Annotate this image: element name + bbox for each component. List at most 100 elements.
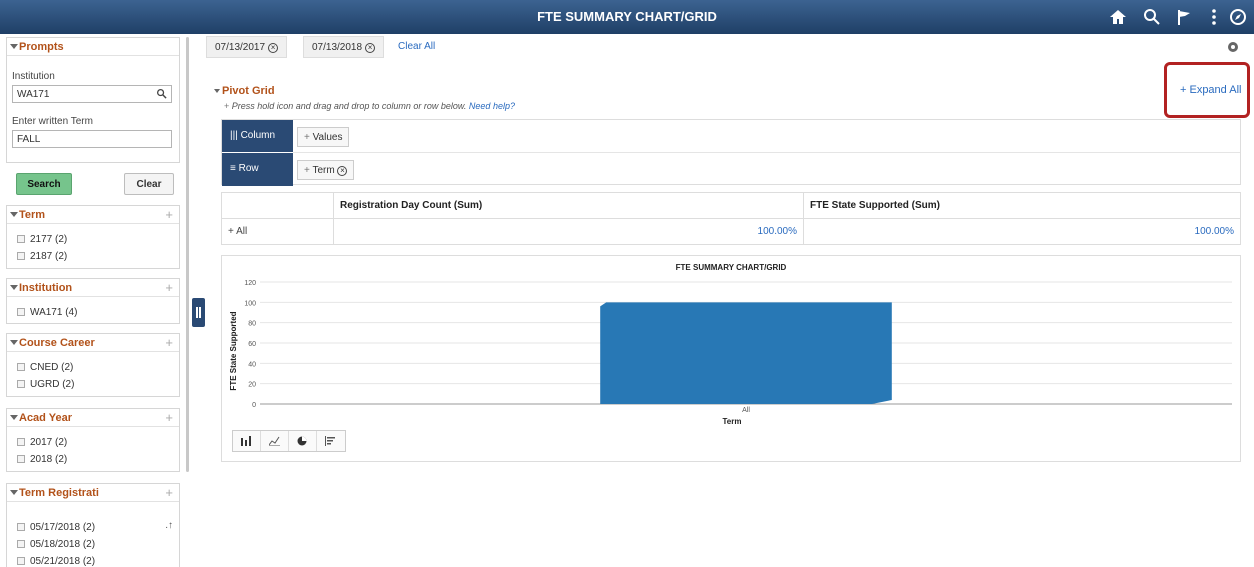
term-field[interactable]: FALL <box>12 130 172 148</box>
facet-option[interactable]: UGRD (2) <box>17 379 74 390</box>
facet-option[interactable]: CNED (2) <box>17 362 73 373</box>
drag-handle-icon[interactable]: + <box>165 207 173 222</box>
pivot-grid-title[interactable]: Pivot Grid <box>222 85 275 97</box>
collapse-caret-icon[interactable] <box>10 212 18 217</box>
pie-chart-button[interactable] <box>289 431 317 451</box>
option-label: 2187 (2) <box>30 251 68 262</box>
need-help-link[interactable]: Need help? <box>469 101 515 111</box>
pivot-collapse-icon[interactable] <box>214 89 220 93</box>
checkbox[interactable] <box>17 308 25 316</box>
pivot-help-text: + Press hold icon and drag and drop to c… <box>224 101 515 111</box>
y-tick-label: 40 <box>248 361 256 368</box>
checkbox[interactable] <box>17 540 25 548</box>
grid-value-cell[interactable]: 100.00% <box>333 218 804 245</box>
checkbox[interactable] <box>17 252 25 260</box>
facet-option[interactable]: 2177 (2) <box>17 234 67 245</box>
pivot-axis-area: ||| Column + Values ≡ Row + Term × <box>221 119 1241 186</box>
collapse-caret-icon[interactable] <box>10 340 18 345</box>
facet-option[interactable]: 2018 (2) <box>17 454 67 465</box>
facet-course-career-header[interactable]: Course Career + <box>7 334 179 352</box>
checkbox[interactable] <box>17 455 25 463</box>
drag-handle-icon[interactable]: + <box>165 335 173 350</box>
left-filter-panel: Prompts Institution WA171 Enter written … <box>6 37 182 567</box>
bar-chart-icon <box>241 436 251 446</box>
facet-term-header[interactable]: Term + <box>7 206 179 224</box>
drag-handle-icon[interactable]: + <box>304 132 310 143</box>
horizontal-bar-button[interactable] <box>317 431 345 451</box>
grid-corner-cell <box>221 192 334 219</box>
drag-handle-icon[interactable]: + <box>165 280 173 295</box>
remove-filter-icon[interactable]: × <box>268 43 279 53</box>
option-label: 05/17/2018 (2) <box>30 522 96 533</box>
column-axis-label: Column <box>240 130 276 141</box>
remove-filter-icon[interactable]: × <box>365 43 376 53</box>
facet-option[interactable]: 05/17/2018 (2) <box>17 522 95 533</box>
facet-acad-year-header[interactable]: Acad Year + <box>7 409 179 427</box>
row-axis-label: Row <box>238 163 259 174</box>
facet-institution-header[interactable]: Institution + <box>7 279 179 297</box>
column-axis-tag: ||| Column <box>222 120 293 152</box>
collapse-panel-button[interactable] <box>192 298 205 327</box>
chart-panel: FTE SUMMARY CHART/GRID 0 20 40 60 80 100 120 A… <box>221 255 1241 462</box>
expand-row-label[interactable]: + All <box>221 218 334 245</box>
bar-all[interactable] <box>600 302 892 404</box>
line-chart-button[interactable] <box>261 431 289 451</box>
facet-option[interactable]: 05/18/2018 (2) <box>17 539 95 550</box>
filter-chip[interactable]: 07/13/2017 × <box>206 36 288 58</box>
grid-value-cell[interactable]: 100.00% <box>803 218 1241 245</box>
term-pill[interactable]: + Term × <box>297 160 355 180</box>
drag-handle-icon[interactable]: + <box>165 410 173 425</box>
institution-field[interactable]: WA171 <box>12 85 172 103</box>
bar-chart-button[interactable] <box>233 431 261 451</box>
navbar-compass-icon[interactable] <box>1228 7 1248 27</box>
facet-option[interactable]: 05/21/2018 (2) <box>17 556 95 567</box>
clear-button[interactable]: Clear <box>124 173 174 195</box>
term-label: Enter written Term <box>12 116 93 127</box>
search-button[interactable]: Search <box>16 173 72 195</box>
facet-option[interactable]: WA171 (4) <box>17 307 77 318</box>
drag-handle-icon[interactable]: + <box>165 485 173 500</box>
facet-title: Course Career <box>19 337 95 349</box>
x-axis-label: Term <box>723 417 742 426</box>
search-icon[interactable] <box>1142 7 1162 27</box>
option-label: 2177 (2) <box>30 234 68 245</box>
option-label: UGRD (2) <box>30 379 75 390</box>
clear-all-link[interactable]: Clear All <box>398 41 435 52</box>
drag-handle-icon[interactable]: + <box>304 165 310 176</box>
collapse-caret-icon[interactable] <box>10 44 18 49</box>
collapse-caret-icon[interactable] <box>10 415 18 420</box>
lookup-search-icon[interactable] <box>156 88 167 99</box>
checkbox[interactable] <box>17 523 25 531</box>
facet-option[interactable]: 2187 (2) <box>17 251 67 262</box>
y-tick-label: 100 <box>244 300 256 307</box>
column-drop-zone[interactable]: + Values <box>293 120 1240 153</box>
left-panel-scrollbar[interactable] <box>186 37 189 472</box>
facet-title: Term Registrati <box>19 487 99 499</box>
gear-icon[interactable] <box>1228 42 1238 52</box>
facet-option[interactable]: 2017 (2) <box>17 437 67 448</box>
values-pill-label: Values <box>312 132 343 143</box>
y-tick-label: 120 <box>244 280 256 287</box>
home-icon[interactable] <box>1108 7 1128 27</box>
facet-term-registration-header[interactable]: Term Registrati + <box>7 484 179 502</box>
option-label: 2017 (2) <box>30 437 68 448</box>
checkbox[interactable] <box>17 438 25 446</box>
filter-chip[interactable]: 07/13/2018 × <box>303 36 385 58</box>
checkbox[interactable] <box>17 235 25 243</box>
values-pill[interactable]: + Values <box>297 127 350 147</box>
line-chart-icon <box>269 436 280 446</box>
more-options-icon[interactable] <box>1204 7 1224 27</box>
flag-icon[interactable] <box>1174 7 1194 27</box>
remove-row-icon[interactable]: × <box>337 166 348 176</box>
column-icon: ||| <box>230 130 238 141</box>
collapse-caret-icon[interactable] <box>10 490 18 495</box>
checkbox[interactable] <box>17 557 25 565</box>
collapse-caret-icon[interactable] <box>10 285 18 290</box>
option-label: CNED (2) <box>30 362 74 373</box>
grid-header-cell: FTE State Supported (Sum) <box>803 192 1241 219</box>
checkbox[interactable] <box>17 363 25 371</box>
checkbox[interactable] <box>17 380 25 388</box>
prompts-header[interactable]: Prompts <box>7 38 179 56</box>
row-drop-zone[interactable]: + Term × <box>293 153 1240 186</box>
sort-icon[interactable]: .↑ <box>165 520 173 531</box>
